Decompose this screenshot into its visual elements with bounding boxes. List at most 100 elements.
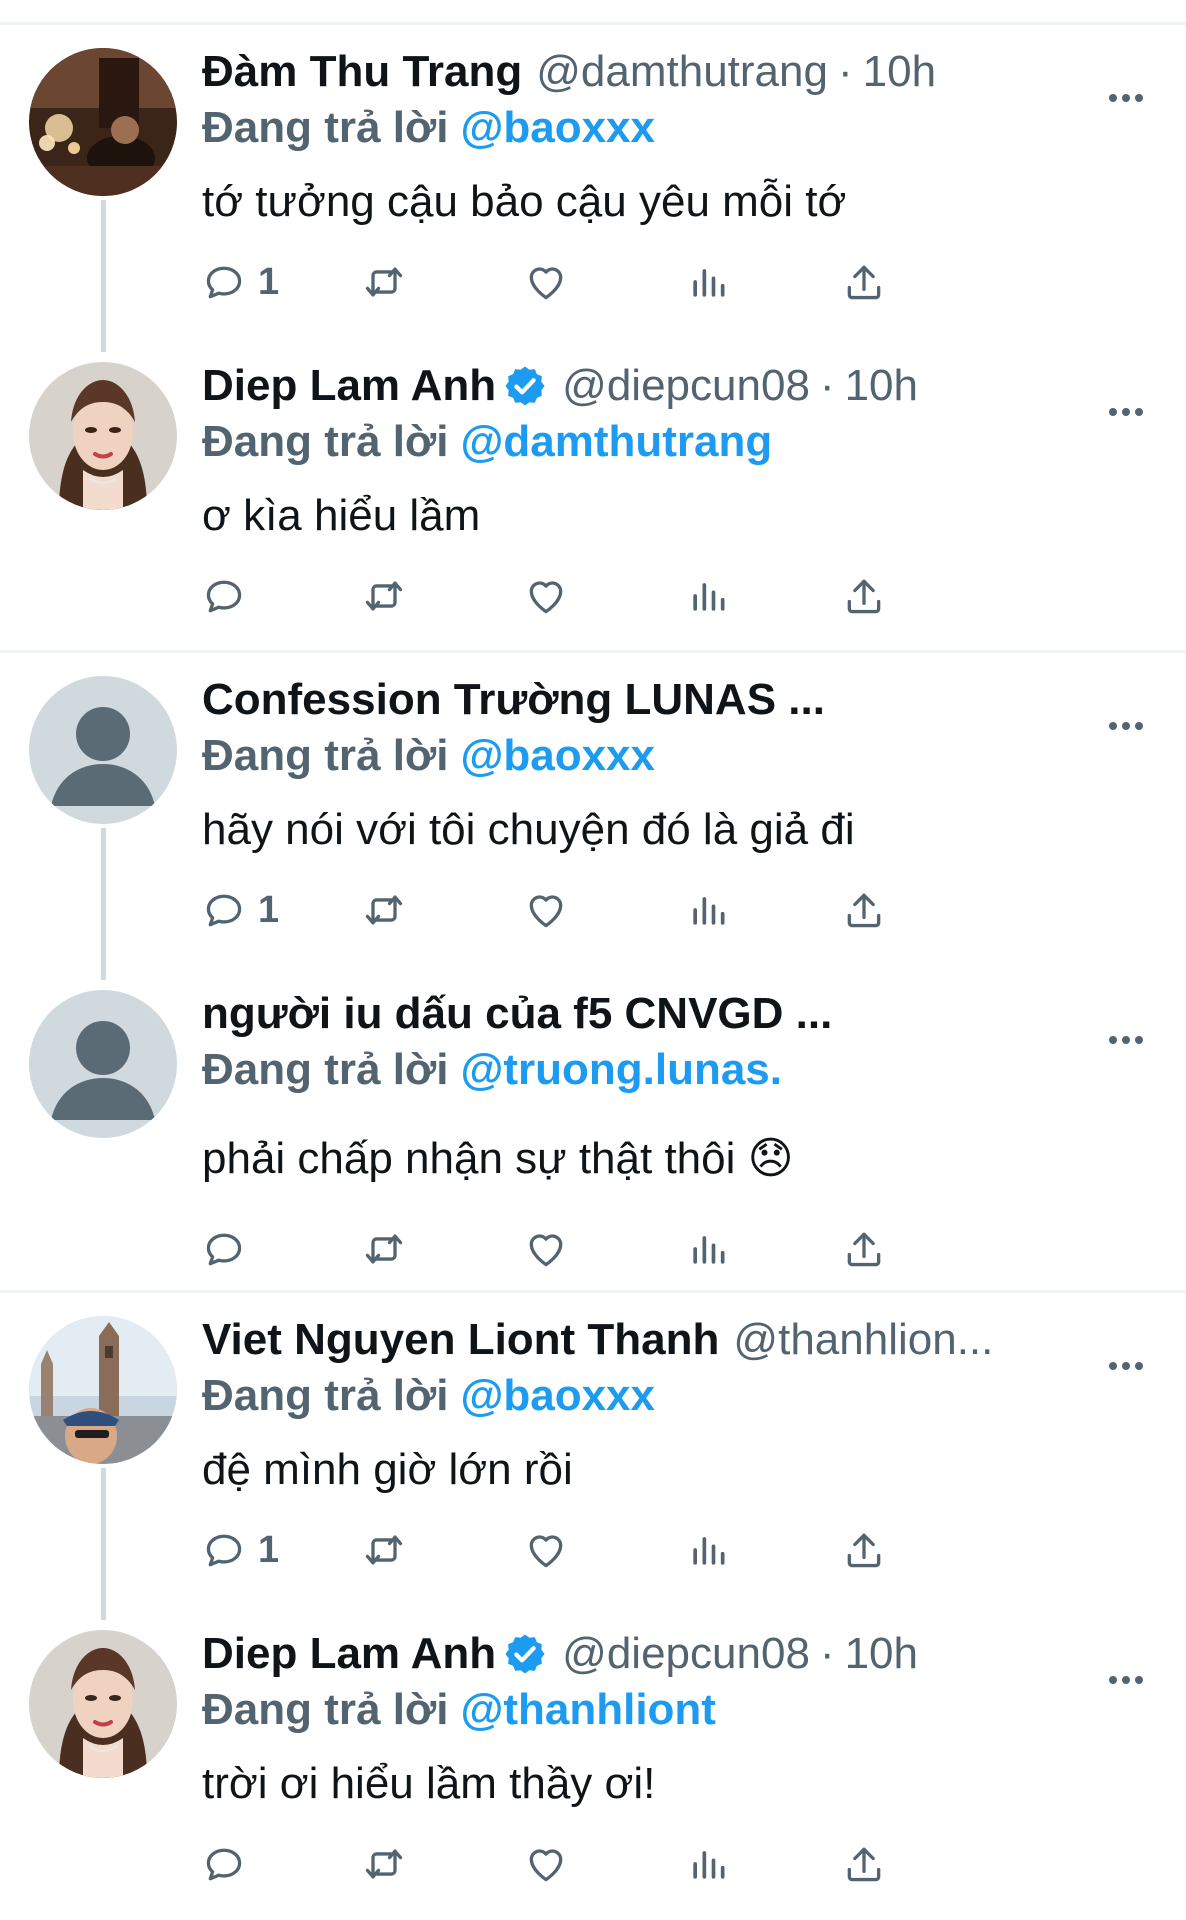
tweet-actions: [202, 571, 1062, 621]
tweet[interactable]: người iu dấu của f5 CNVGD ... Đang trả lờ…: [0, 964, 1186, 1278]
heart-icon: [524, 888, 568, 932]
like-button[interactable]: [524, 1525, 568, 1575]
like-button[interactable]: [524, 885, 568, 935]
tweet-actions: [202, 1224, 1062, 1274]
retweet-button[interactable]: [362, 1525, 406, 1575]
author-name[interactable]: Đàm Thu Trang: [202, 44, 522, 100]
like-button[interactable]: [524, 1839, 568, 1889]
retweet-button[interactable]: [362, 885, 406, 935]
replying-to-handle[interactable]: @damthutrang: [460, 417, 772, 466]
retweet-icon: [362, 1528, 406, 1572]
reply-count: 1: [258, 888, 280, 931]
replying-to-label: Đang trả lời: [202, 417, 449, 466]
author-name[interactable]: người iu dấu của f5 CNVGD ...: [202, 986, 832, 1042]
replying-to-label: Đang trả lời: [202, 731, 449, 780]
more-icon[interactable]: [1104, 76, 1148, 120]
author-name[interactable]: Confession Trường LUNAS ...: [202, 672, 825, 728]
retweet-icon: [362, 1842, 406, 1886]
timestamp[interactable]: 10h: [863, 44, 936, 100]
dot-separator: ·: [819, 361, 835, 410]
share-button[interactable]: [842, 1839, 886, 1889]
retweet-button[interactable]: [362, 257, 406, 307]
tweet[interactable]: Đàm Thu Trang @damthutrang · 10h Đang trả lờ…: [0, 22, 1186, 336]
tweet-actions: 1: [202, 885, 1062, 935]
views-icon: [686, 574, 730, 618]
share-button[interactable]: [842, 257, 886, 307]
share-button[interactable]: [842, 885, 886, 935]
views-button[interactable]: [686, 1224, 730, 1274]
avatar[interactable]: [29, 48, 177, 196]
avatar[interactable]: [29, 1630, 177, 1778]
author-name[interactable]: Diep Lam Anh: [202, 1626, 496, 1682]
replying-to: Đang trả lời @damthutrang: [202, 414, 772, 470]
avatar[interactable]: [29, 990, 177, 1138]
tweet-actions: 1: [202, 257, 1062, 307]
replying-to-handle[interactable]: @baoxxx: [460, 731, 655, 780]
author-name[interactable]: Viet Nguyen Liont Thanh: [202, 1312, 719, 1368]
reply-button[interactable]: 1: [202, 885, 279, 935]
timestamp[interactable]: 10h: [845, 1626, 918, 1682]
views-button[interactable]: [686, 571, 730, 621]
more-icon[interactable]: [1104, 1658, 1148, 1702]
dot-separator: ·: [837, 47, 853, 96]
more-icon[interactable]: [1104, 1018, 1148, 1062]
tweet[interactable]: Diep Lam Anh @diepcun08 · 10h Đang trả lời @t…: [0, 1604, 1186, 1918]
tweet-actions: 1: [202, 1525, 1062, 1575]
like-button[interactable]: [524, 571, 568, 621]
tweet-header: Đàm Thu Trang @damthutrang · 10h: [202, 44, 1082, 100]
reply-icon: [202, 1842, 246, 1886]
share-icon: [842, 1227, 886, 1271]
tweet-text: ơ kìa hiểu lầm: [202, 491, 481, 540]
share-button[interactable]: [842, 1224, 886, 1274]
replying-to-label: Đang trả lời: [202, 103, 449, 152]
share-icon: [842, 260, 886, 304]
reply-button[interactable]: 1: [202, 257, 279, 307]
like-button[interactable]: [524, 257, 568, 307]
avatar[interactable]: [29, 1316, 177, 1464]
heart-icon: [524, 1227, 568, 1271]
tweet-text: phải chấp nhận sự thật thôi 😞: [202, 1134, 794, 1183]
author-handle[interactable]: @damthutrang: [536, 44, 828, 100]
reply-count: 1: [258, 260, 280, 303]
retweet-button[interactable]: [362, 1839, 406, 1889]
tweet[interactable]: Confession Trường LUNAS ... Đang trả lời @…: [0, 650, 1186, 964]
share-button[interactable]: [842, 571, 886, 621]
views-button[interactable]: [686, 1839, 730, 1889]
more-icon[interactable]: [1104, 1344, 1148, 1388]
retweet-icon: [362, 1227, 406, 1271]
retweet-button[interactable]: [362, 1224, 406, 1274]
views-button[interactable]: [686, 257, 730, 307]
author-handle[interactable]: @thanhlion...: [733, 1312, 993, 1368]
author-name[interactable]: Diep Lam Anh: [202, 358, 496, 414]
author-handle[interactable]: @diepcun08: [562, 1626, 810, 1682]
tweet[interactable]: Viet Nguyen Liont Thanh @thanhlion... Đang…: [0, 1290, 1186, 1604]
timestamp[interactable]: 10h: [845, 358, 918, 414]
tweet-header: Confession Trường LUNAS ...: [202, 672, 1082, 728]
share-button[interactable]: [842, 1525, 886, 1575]
views-icon: [686, 1227, 730, 1271]
heart-icon: [524, 260, 568, 304]
reply-button[interactable]: [202, 571, 246, 621]
replying-to-label: Đang trả lời: [202, 1685, 449, 1734]
replying-to-handle[interactable]: @truong.lunas.: [460, 1045, 782, 1094]
replying-to-handle[interactable]: @baoxxx: [460, 1371, 655, 1420]
more-icon[interactable]: [1104, 390, 1148, 434]
avatar[interactable]: [29, 362, 177, 510]
reply-button[interactable]: [202, 1224, 246, 1274]
avatar[interactable]: [29, 676, 177, 824]
verified-badge-icon: [502, 363, 548, 409]
tweet-header: Viet Nguyen Liont Thanh @thanhlion...: [202, 1312, 1082, 1368]
views-button[interactable]: [686, 1525, 730, 1575]
author-handle[interactable]: @diepcun08: [562, 358, 810, 414]
replying-to-handle[interactable]: @thanhliont: [460, 1685, 716, 1734]
reply-button[interactable]: [202, 1839, 246, 1889]
views-button[interactable]: [686, 885, 730, 935]
replying-to: Đang trả lời @thanhliont: [202, 1682, 716, 1738]
more-icon[interactable]: [1104, 704, 1148, 748]
tweet[interactable]: Diep Lam Anh @diepcun08 · 10h Đang trả lời @d…: [0, 336, 1186, 650]
retweet-button[interactable]: [362, 571, 406, 621]
replying-to-handle[interactable]: @baoxxx: [460, 103, 655, 152]
replying-to: Đang trả lời @baoxxx: [202, 100, 655, 156]
reply-button[interactable]: 1: [202, 1525, 279, 1575]
like-button[interactable]: [524, 1224, 568, 1274]
